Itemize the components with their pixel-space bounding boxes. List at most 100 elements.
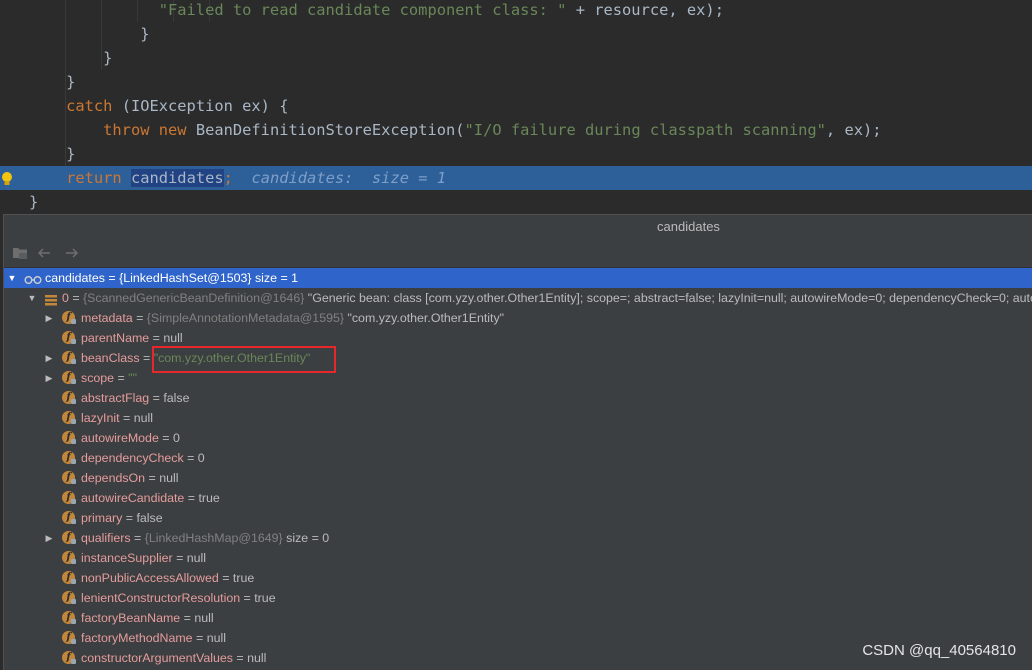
equals-sign: = [130,531,145,545]
watermark: CSDN @qq_40564810 [862,642,1016,659]
collapse-arrow-icon[interactable]: ▼ [27,288,37,308]
field-row-autowireMode[interactable]: f autowireMode = 0 [4,428,1032,448]
field-value: "com.yzy.other.Other1Entity" [153,351,311,365]
expand-arrow-icon[interactable]: ▶ [44,528,54,548]
popup-toolbar [4,239,1032,268]
field-name: factoryBeanName [81,611,181,625]
equals-sign: = [232,651,248,665]
code-line[interactable]: throw new BeanDefinitionStoreException("… [0,118,1032,142]
field-name: autowireCandidate [81,491,185,505]
field-value: "com.yzy.other.Other1Entity" [344,311,505,325]
field-value: null [247,651,267,665]
field-row-factoryBeanName[interactable]: f factoryBeanName = null [4,608,1032,628]
code-line[interactable]: } [0,46,1032,70]
folder-icon[interactable] [12,245,28,261]
code-line[interactable]: } [0,22,1032,46]
field-row-primary[interactable]: f primary = false [4,508,1032,528]
code-line[interactable]: } [0,190,1032,214]
field-row-instanceSupplier[interactable]: f instanceSupplier = null [4,548,1032,568]
equals-sign: = [145,471,160,485]
field-name: dependencyCheck [81,451,184,465]
equals-sign: = [192,631,207,645]
field-text: lazyInit = null [81,408,153,428]
private-lock-icon [71,459,76,464]
field-text: instanceSupplier = null [81,548,206,568]
debug-variable-popup[interactable]: candidates ▼ candidates = {LinkedHashSet… [3,214,1032,670]
private-lock-icon [71,439,76,444]
code-token: BeanDefinitionStoreException( [186,121,465,139]
code-token: } [66,145,76,163]
field-name: constructorArgumentValues [81,651,233,665]
field-row-scope[interactable]: ▶ f scope = "" [4,368,1032,388]
code-line[interactable]: } [0,142,1032,166]
expand-arrow-icon[interactable]: ▶ [44,348,54,368]
field-text: parentName = null [81,328,183,348]
collapse-arrow-icon[interactable]: ▼ [7,268,17,288]
private-lock-icon [71,419,76,424]
tree-element-0[interactable]: ▼ 0 = {ScannedGenericBeanDefinition@1646… [4,288,1032,308]
field-text: dependencyCheck = 0 [81,448,205,468]
code-line[interactable]: catch (IOException ex) { [0,94,1032,118]
code-token: (IOException ex) { [112,97,289,115]
code-token: catch [66,97,113,115]
field-row-parentName[interactable]: f parentName = null [4,328,1032,348]
expand-arrow-icon[interactable]: ▶ [44,308,54,328]
field-text: abstractFlag = false [81,388,190,408]
back-arrow-icon[interactable] [36,245,52,261]
equals-sign: = [183,451,198,465]
field-row-lenientConstructorResolution[interactable]: f lenientConstructorResolution = true [4,588,1032,608]
field-name: parentName [81,331,150,345]
field-text: constructorArgumentValues = null [81,648,266,668]
field-name: qualifiers [81,531,131,545]
lightbulb-icon[interactable] [1,170,13,186]
code-line[interactable]: "Failed to read candidate component clas… [0,0,1032,22]
expand-arrow-icon[interactable]: ▶ [44,368,54,388]
tree-root-candidates[interactable]: ▼ candidates = {LinkedHashSet@1503} size… [4,268,1032,288]
field-value: size = 0 [282,531,330,545]
code-line[interactable]: return candidates; candidates: size = 1 [0,166,1032,190]
variables-tree[interactable]: ▼ candidates = {LinkedHashSet@1503} size… [4,268,1032,668]
field-row-dependsOn[interactable]: f dependsOn = null [4,468,1032,488]
code-token: "Failed to read candidate component clas… [158,1,567,19]
forward-arrow-icon[interactable] [64,245,80,261]
private-lock-icon [71,319,76,324]
field-text: autowireCandidate = true [81,488,220,508]
code-line[interactable]: } [0,70,1032,94]
field-name: abstractFlag [81,391,150,405]
popup-title: candidates [4,215,1032,239]
private-lock-icon [71,519,76,524]
field-row-autowireCandidate[interactable]: f autowireCandidate = true [4,488,1032,508]
field-name: metadata [81,311,133,325]
equals-sign: = [119,411,134,425]
field-value: false [163,391,190,405]
field-row-lazyInit[interactable]: f lazyInit = null [4,408,1032,428]
field-text: beanClass = "com.yzy.other.Other1Entity" [81,348,310,368]
field-row-nonPublicAccessAllowed[interactable]: f nonPublicAccessAllowed = true [4,568,1032,588]
private-lock-icon [71,379,76,384]
private-lock-icon [71,399,76,404]
root-eq: = [104,271,120,285]
field-value: true [232,571,255,585]
field-row-metadata[interactable]: ▶ f metadata = {SimpleAnnotationMetadata@1… [4,308,1032,328]
field-row-beanClass[interactable]: ▶ f beanClass = "com.yzy.other.Other1Entit… [4,348,1032,368]
field-name: lazyInit [81,411,120,425]
private-lock-icon [71,619,76,624]
equals-sign: = [114,371,129,385]
private-lock-icon [71,639,76,644]
field-row-abstractFlag[interactable]: f abstractFlag = false [4,388,1032,408]
field-row-dependencyCheck[interactable]: f dependencyCheck = 0 [4,448,1032,468]
field-name: beanClass [81,351,140,365]
private-lock-icon [71,539,76,544]
equals-sign: = [122,511,137,525]
element-name: 0 [62,291,69,305]
code-editor[interactable]: "Failed to read candidate component clas… [0,0,1032,214]
code-token: + resource, ex); [566,1,724,19]
field-row-qualifiers[interactable]: ▶ f qualifiers = {LinkedHashMap@1649} size… [4,528,1032,548]
field-name: factoryMethodName [81,631,193,645]
code-token: } [29,193,39,211]
root-text: candidates = {LinkedHashSet@1503} size =… [45,268,298,288]
field-value: 0 [172,431,180,445]
private-lock-icon [71,659,76,664]
